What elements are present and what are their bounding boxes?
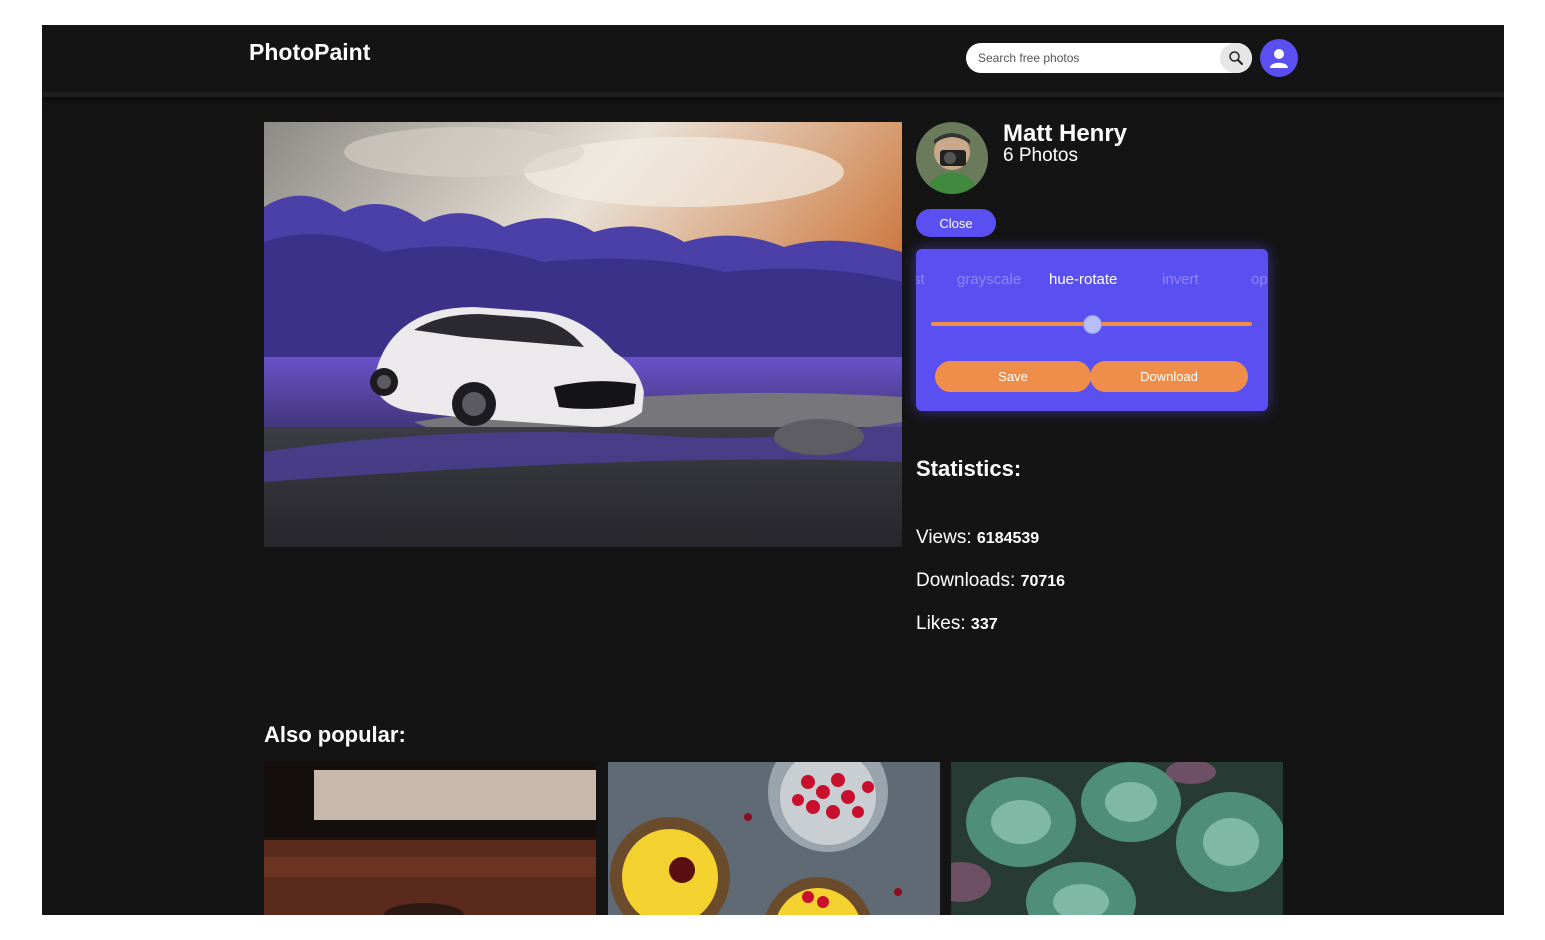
filter-panel: st grayscale hue-rotate invert op Save D…: [916, 249, 1268, 411]
filter-tab-grayscale[interactable]: grayscale: [957, 271, 1021, 288]
downloads-label: Downloads:: [916, 570, 1016, 591]
search-icon: [1229, 51, 1243, 65]
filter-tab-hue-rotate[interactable]: hue-rotate: [1049, 271, 1117, 288]
author-name[interactable]: Matt Henry: [1003, 120, 1127, 148]
likes-label: Likes:: [916, 613, 966, 634]
top-bar: PhotoPaint: [42, 25, 1504, 97]
popular-photo-2[interactable]: [608, 762, 940, 915]
downloads-stat: Downloads: 70716: [916, 570, 1065, 592]
search-input[interactable]: [978, 49, 1208, 67]
avatar-image: [916, 122, 988, 194]
main-photo: [264, 122, 902, 547]
close-button[interactable]: Close: [916, 209, 996, 237]
search-button[interactable]: [1220, 43, 1252, 73]
also-popular-heading: Also popular:: [264, 722, 406, 747]
app-window: PhotoPaint Search free photos Matt Henry…: [42, 25, 1504, 915]
statistics-heading: Statistics:: [916, 456, 1022, 481]
photo-image: [264, 122, 902, 547]
download-button[interactable]: Download: [1090, 361, 1248, 392]
views-stat: Views: 6184539: [916, 527, 1039, 549]
views-value: 6184539: [976, 530, 1040, 547]
profile-button[interactable]: [1260, 39, 1298, 77]
filter-tab-opacity[interactable]: op: [1251, 271, 1268, 288]
author-avatar[interactable]: [916, 122, 988, 194]
author-photo-count: 6 Photos: [1003, 145, 1078, 166]
filter-tab-contrast[interactable]: st: [916, 271, 925, 288]
save-button[interactable]: Save: [935, 361, 1091, 392]
slider-thumb[interactable]: [1083, 315, 1102, 334]
user-icon: [1270, 49, 1288, 68]
app-logo[interactable]: PhotoPaint: [249, 39, 370, 66]
views-label: Views:: [916, 527, 972, 548]
likes-value: 337: [970, 616, 998, 633]
likes-stat: Likes: 337: [916, 613, 998, 635]
search-bar: [966, 43, 1252, 73]
filter-tab-invert[interactable]: invert: [1162, 271, 1199, 288]
downloads-value: 70716: [1020, 573, 1066, 590]
thumb-image-2: [608, 762, 940, 915]
thumb-image-1: [264, 762, 596, 915]
thumb-image-3: [951, 762, 1283, 915]
popular-photo-1[interactable]: [264, 762, 596, 915]
popular-photo-3[interactable]: [951, 762, 1283, 915]
